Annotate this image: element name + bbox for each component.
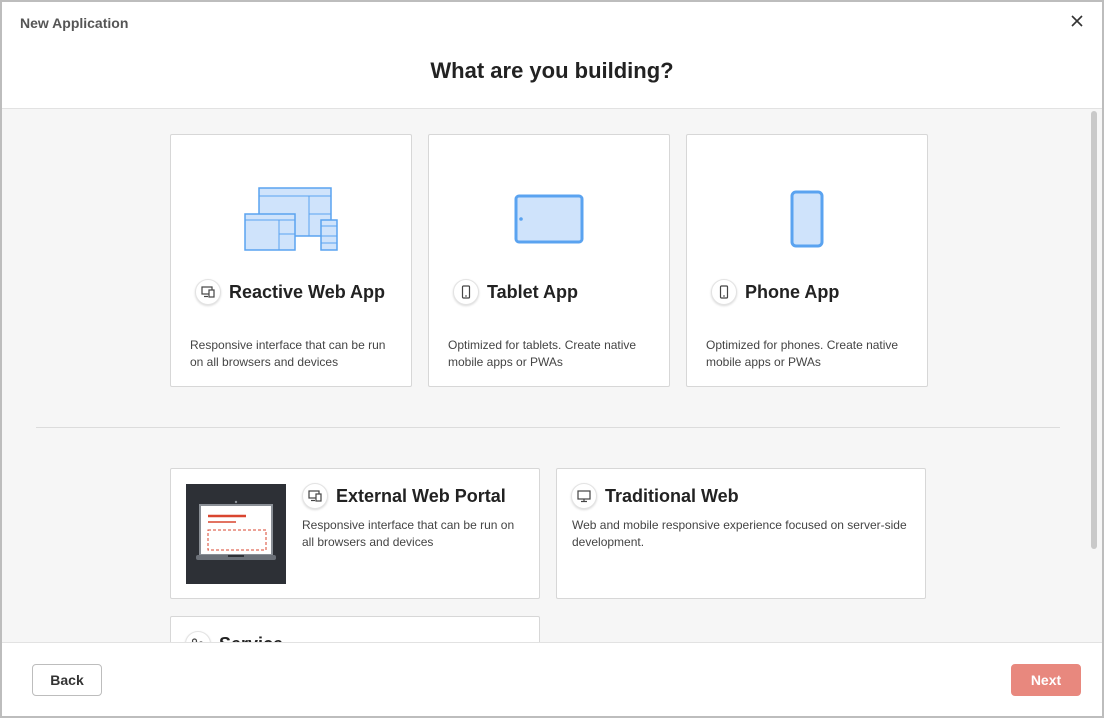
phone-icon: [711, 279, 737, 305]
card-header: Traditional Web: [571, 483, 739, 509]
card-header: Reactive Web App: [195, 279, 385, 305]
back-button[interactable]: Back: [32, 664, 102, 696]
card-description: Responsive interface that can be run on …: [302, 518, 515, 549]
card-header: Service: [185, 631, 283, 642]
card-title: External Web Portal: [336, 485, 506, 506]
traditional-web-card[interactable]: Traditional Web Web and mobile responsiv…: [556, 468, 926, 599]
card-title: Traditional Web: [605, 485, 739, 506]
reactive-web-illustration: [171, 169, 411, 269]
scrollbar[interactable]: [1090, 109, 1098, 642]
card-description: Web and mobile responsive experience foc…: [572, 518, 907, 549]
next-button[interactable]: Next: [1011, 664, 1081, 696]
card-title: Reactive Web App: [229, 281, 386, 302]
tablet-illustration: [429, 169, 669, 269]
scrollbar-thumb[interactable]: [1091, 111, 1097, 549]
phone-icon: [453, 279, 479, 305]
devices-icon: [302, 483, 328, 509]
devices-icon: [195, 279, 221, 305]
card-header: External Web Portal: [302, 483, 506, 509]
phone-app-card[interactable]: Phone App Optimized for phones. Create n…: [686, 134, 928, 387]
card-title: Phone App: [745, 281, 840, 302]
new-application-dialog: New Application What are you building? R…: [0, 0, 1104, 718]
page-title: What are you building?: [430, 58, 674, 83]
card-title: Tablet App: [487, 281, 578, 302]
card-description: Optimized for tablets. Create native mob…: [448, 338, 637, 369]
dialog-footer: Back Next: [2, 642, 1102, 716]
card-description: Optimized for phones. Create native mobi…: [706, 338, 899, 369]
phone-illustration: [687, 169, 927, 269]
monitor-icon: [571, 483, 597, 509]
portal-thumbnail: [186, 484, 286, 584]
card-description: Responsive interface that can be run on …: [190, 338, 386, 369]
dialog-title: New Application: [20, 15, 129, 31]
reactive-web-app-card[interactable]: Reactive Web App Responsive interface th…: [170, 134, 412, 387]
section-divider: [36, 427, 1060, 428]
external-web-portal-card[interactable]: External Web Portal Responsive interface…: [170, 468, 540, 599]
card-header: Tablet App: [453, 279, 578, 305]
service-icon: [185, 631, 211, 642]
tablet-app-card[interactable]: Tablet App Optimized for tablets. Create…: [428, 134, 670, 387]
card-title: Service: [219, 634, 283, 643]
card-header: Phone App: [711, 279, 839, 305]
close-button[interactable]: [1066, 10, 1088, 32]
close-icon: [1071, 15, 1083, 27]
service-card[interactable]: Service: [170, 616, 540, 642]
app-type-scroll-area: Reactive Web App Responsive interface th…: [2, 108, 1102, 642]
